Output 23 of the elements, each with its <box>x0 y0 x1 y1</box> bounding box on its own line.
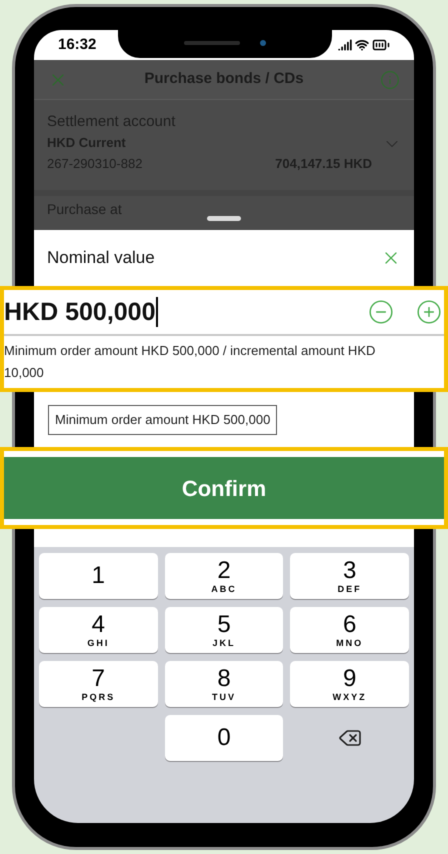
amount-value: HKD 500,000 <box>4 297 158 327</box>
status-time: 16:32 <box>58 34 96 55</box>
keypad-key[interactable]: 5 JKL <box>164 607 284 653</box>
sheet-handle[interactable] <box>207 216 241 221</box>
sheet-title: Nominal value <box>47 247 155 270</box>
minus-icon[interactable] <box>368 299 394 325</box>
keypad-key[interactable]: 8 TUV <box>164 661 284 707</box>
keypad-key[interactable]: 6 MNO <box>290 607 409 653</box>
wifi-icon <box>355 38 369 52</box>
amount-hint: Minimum order amount HKD 500,000 / incremental amount HKD 10,000 <box>4 342 376 382</box>
keypad-key[interactable]: 2 ABC <box>164 553 284 599</box>
confirm-button[interactable]: Confirm <box>4 457 444 519</box>
plus-icon[interactable] <box>416 299 442 325</box>
error-message: Minimum order amount HKD 500,000 <box>48 405 278 435</box>
keypad-key[interactable]: 3 DEF <box>290 553 409 599</box>
keypad-key[interactable]: 7 PQRS <box>39 661 158 707</box>
keypad-key[interactable]: 1 <box>39 553 158 599</box>
signal-icon <box>338 38 352 52</box>
keypad-key[interactable]: 0 <box>164 715 284 761</box>
keypad-key[interactable]: 9 WXYZ <box>290 661 409 707</box>
speaker-grille <box>184 41 240 45</box>
keypad-key[interactable]: 4 GHI <box>39 607 158 653</box>
amount-field[interactable]: HKD 500,000 <box>4 290 444 336</box>
